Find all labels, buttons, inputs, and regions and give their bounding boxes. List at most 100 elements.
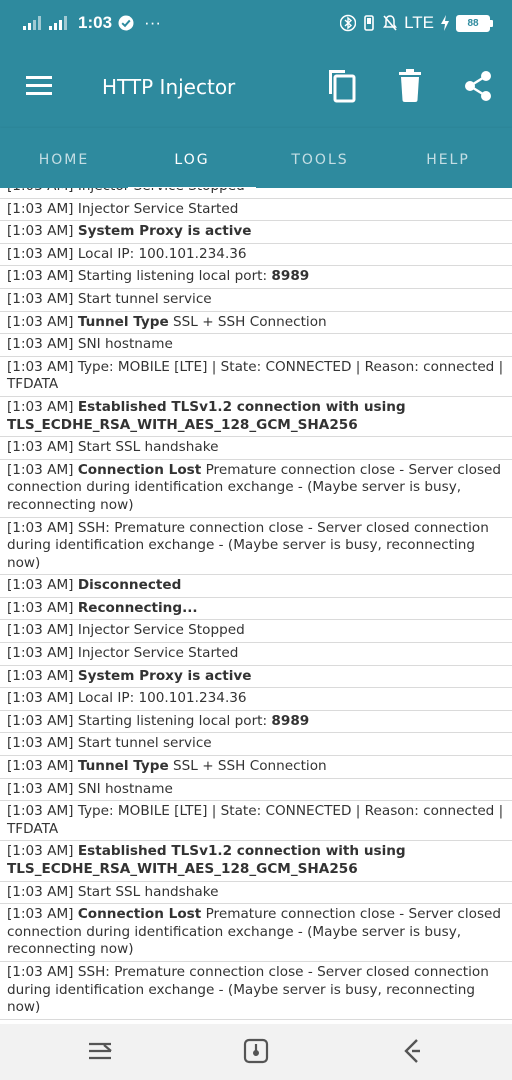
- system-nav-bar: [0, 1024, 512, 1080]
- log-timestamp: [1:03 AM]: [7, 667, 74, 684]
- menu-button[interactable]: [22, 70, 58, 100]
- clear-log-button[interactable]: [394, 68, 426, 104]
- nav-recents-button[interactable]: [86, 1038, 114, 1066]
- log-entry: [1:03 AM] SNI hostname: [0, 778, 512, 802]
- log-entry: [1:03 AM] Established TLSv1.2 connection…: [0, 396, 512, 438]
- log-keyword: Tunnel Type: [77, 758, 169, 775]
- log-timestamp: [1:03 AM]: [7, 963, 74, 980]
- log-timestamp: [1:03 AM]: [7, 843, 74, 860]
- log-message: Start SSL handshake: [77, 439, 219, 456]
- log-keyword: System Proxy is active: [77, 223, 252, 240]
- log-entry: [1:03 AM] Type: MOBILE [LTE] | State: CO…: [0, 356, 512, 397]
- nav-back-button[interactable]: [398, 1036, 426, 1066]
- trash-icon: [399, 69, 421, 102]
- log-keyword: System Proxy is active: [77, 667, 252, 684]
- log-entry: [1:03 AM] Injector Service Stopped: [0, 188, 512, 199]
- log-port: 8989: [271, 712, 310, 729]
- status-bar: 1:03 ··· LTE 88: [0, 0, 512, 46]
- log-entry: [1:03 AM] Start tunnel service: [0, 733, 512, 757]
- log-entry: [1:03 AM] System Proxy is active: [0, 665, 512, 689]
- log-timestamp: [1:03 AM]: [7, 268, 74, 285]
- log-message: Type: MOBILE [LTE] | State: CONNECTED | …: [7, 803, 504, 837]
- log-message: SSL + SSH Connection: [173, 313, 327, 330]
- app-bar: HTTP Injector: [0, 46, 512, 128]
- log-timestamp: [1:03 AM]: [7, 906, 74, 923]
- log-timestamp: [1:03 AM]: [7, 398, 74, 415]
- log-timestamp: [1:03 AM]: [7, 439, 74, 456]
- status-bar-right: LTE 88: [340, 12, 493, 34]
- log-timestamp: [1:03 AM]: [7, 200, 74, 217]
- log-entry: [1:03 AM] Reconnecting...: [0, 597, 512, 621]
- log-entry: [1:03 AM] Tunnel Type SSL + SSH Connecti…: [0, 756, 512, 779]
- status-more-dots: ···: [144, 13, 162, 32]
- log-keyword: Connection Lost: [77, 906, 202, 923]
- log-keyword: Reconnecting...: [77, 599, 198, 616]
- log-timestamp: [1:03 AM]: [7, 336, 74, 353]
- log-entry: [1:03 AM] Start tunnel service: [0, 288, 512, 312]
- log-entry: [1:03 AM] Connection Lost Premature conn…: [0, 904, 512, 962]
- log-entry: [1:03 AM] SNI hostname: [0, 334, 512, 357]
- log-message: Start SSL handshake: [77, 883, 219, 900]
- tab-home[interactable]: HOME: [0, 128, 128, 192]
- log-message: Starting listening local port:: [77, 712, 268, 729]
- share-icon: [465, 71, 491, 101]
- log-message: Start tunnel service: [77, 735, 212, 752]
- log-timestamp: [1:03 AM]: [7, 803, 74, 820]
- log-timestamp: [1:03 AM]: [7, 758, 74, 775]
- mute-icon: [383, 15, 398, 31]
- log-message: SNI hostname: [77, 780, 173, 797]
- log-entry: [1:03 AM] Starting listening local port:…: [0, 710, 512, 734]
- vibrate-icon: [364, 15, 374, 31]
- tab-tools[interactable]: TOOLS: [256, 128, 384, 192]
- nav-home-button[interactable]: [242, 1036, 270, 1066]
- log-list[interactable]: [1:03 AM] Injector Service Stopped[1:03 …: [0, 188, 512, 1024]
- tab-help[interactable]: HELP: [384, 128, 512, 192]
- menu-lines-icon: [89, 1042, 112, 1060]
- app-title: HTTP Injector: [102, 75, 236, 99]
- log-entry: [1:03 AM] SSH: Premature connection clos…: [0, 517, 512, 576]
- log-message: SSL + SSH Connection: [173, 758, 327, 775]
- log-entry: [1:03 AM] Tunnel Type SSL + SSH Connecti…: [0, 311, 512, 335]
- log-entry: [1:03 AM] Connection Lost Premature conn…: [0, 459, 512, 518]
- copy-icon: [329, 70, 356, 103]
- log-timestamp: [1:03 AM]: [7, 245, 74, 262]
- tab-log[interactable]: LOG: [128, 128, 256, 192]
- copy-button[interactable]: [323, 66, 359, 106]
- log-message: SSH: Premature connection close - Server…: [7, 963, 489, 1016]
- log-entry: [1:03 AM] System Proxy is active: [0, 221, 512, 244]
- check-circle-icon: [118, 15, 134, 31]
- log-timestamp: [1:03 AM]: [7, 712, 74, 729]
- menu-icon: [26, 76, 52, 95]
- log-entry: [1:03 AM] Local IP: 100.101.234.36: [0, 688, 512, 711]
- log-keyword: Tunnel Type: [77, 313, 169, 330]
- log-message: Injector Service Started: [77, 645, 239, 662]
- status-bar-left: 1:03 ···: [22, 12, 161, 34]
- log-timestamp: [1:03 AM]: [7, 358, 74, 375]
- network-type: LTE: [404, 13, 434, 32]
- share-button[interactable]: [460, 68, 496, 104]
- log-message: SNI hostname: [77, 336, 173, 353]
- log-entry: [1:03 AM] Injector Service Started: [0, 198, 512, 222]
- log-timestamp: [1:03 AM]: [7, 519, 74, 536]
- log-timestamp: [1:03 AM]: [7, 461, 74, 478]
- log-entry: [1:03 AM] Local IP: 100.101.234.36: [0, 243, 512, 267]
- log-timestamp: [1:03 AM]: [7, 622, 74, 639]
- bluetooth-icon: [340, 14, 357, 32]
- log-entry: [1:03 AM] Disconnected: [0, 575, 512, 598]
- log-entry: [1:03 AM] Injector Service Started: [0, 643, 512, 666]
- log-timestamp: [1:03 AM]: [7, 599, 74, 616]
- log-entry: [1:03 AM] SSH: Premature connection clos…: [0, 961, 512, 1020]
- log-timestamp: [1:03 AM]: [7, 188, 73, 194]
- log-entry: [1:03 AM] Injector Service Stopped: [0, 620, 512, 644]
- log-timestamp: [1:03 AM]: [7, 645, 74, 662]
- log-entry: [1:03 AM] Start SSL handshake: [0, 881, 512, 905]
- log-entry: [1:03 AM] Start SSL handshake: [0, 437, 512, 460]
- log-message: Local IP: 100.101.234.36: [77, 245, 247, 262]
- log-message: Injector Service Started: [77, 200, 239, 217]
- battery-icon: 88: [456, 14, 493, 32]
- log-message: Injector Service Stopped: [77, 622, 245, 639]
- log-message: Start tunnel service: [77, 290, 212, 307]
- log-timestamp: [1:03 AM]: [7, 313, 74, 330]
- log-message: SSH: Premature connection close - Server…: [7, 519, 489, 571]
- log-timestamp: [1:03 AM]: [7, 735, 74, 752]
